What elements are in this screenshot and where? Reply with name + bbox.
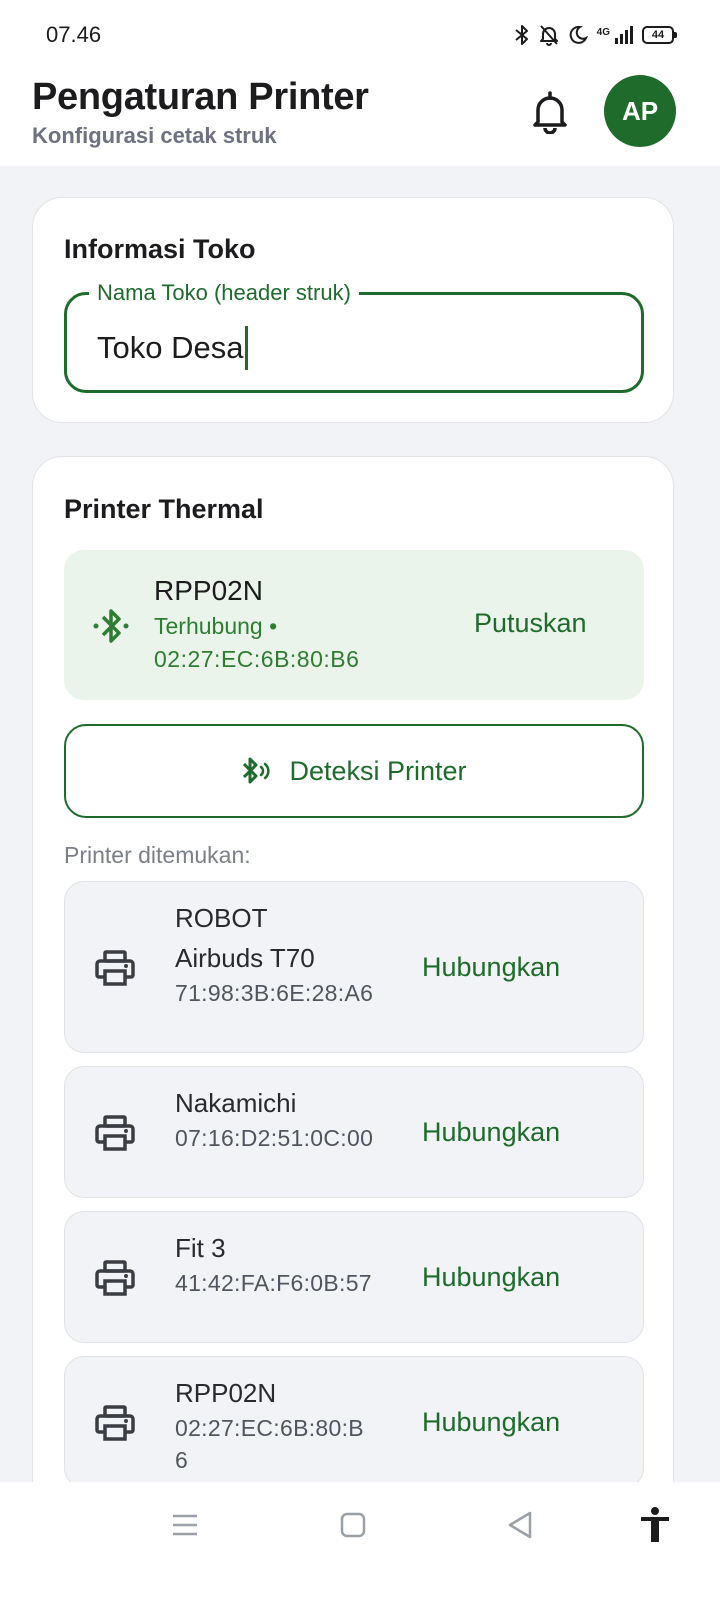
app-header: Pengaturan Printer Konfigurasi cetak str… [0,70,720,166]
device-mac: 71:98:3B:6E:28:A6 [175,980,374,1006]
home-icon[interactable] [338,1510,368,1540]
connect-button[interactable]: Hubungkan [422,1117,560,1148]
page-subtitle: Konfigurasi cetak struk [32,123,277,148]
thermal-printer-title: Printer Thermal [64,494,264,524]
device-mac: 02:27:EC:6B:80:B6 [175,1415,364,1473]
disconnect-button[interactable]: Putuskan [474,608,587,639]
moon-icon [569,25,588,44]
device-name-line: ROBOT [175,903,268,933]
network-type: 4G [596,27,610,38]
signal-icon [615,26,633,44]
connect-button[interactable]: Hubungkan [422,1407,560,1438]
device-item: ROBOT Airbuds T70 71:98:3B:6E:28:A6 Hubu… [64,881,644,1053]
thermal-printer-card: Printer Thermal RPP02N Terhubung • 02:27… [32,456,674,1516]
store-name-input[interactable]: Toko Desa [97,326,249,370]
battery-icon: 44 [642,26,677,44]
device-item: Nakamichi 07:16:D2:51:0C:00 Hubungkan [64,1066,644,1198]
bluetooth-connected-icon [93,609,129,643]
connected-printer: RPP02N Terhubung • 02:27:EC:6B:80:B6 Put… [64,550,644,700]
found-printers-label: Printer ditemukan: [64,842,251,868]
printer-icon [95,1115,135,1151]
mute-icon [539,25,558,46]
store-info-card: Informasi Toko Nama Toko (header struk) … [32,197,674,423]
bluetooth-icon [515,25,528,45]
connect-button[interactable]: Hubungkan [422,1262,560,1293]
status-bar: 07.46 4G 44 [0,0,720,70]
accessibility-icon[interactable] [638,1506,672,1544]
detect-printer-button[interactable]: Deteksi Printer [64,724,644,818]
store-name-label: Nama Toko (header struk) [89,280,359,306]
printer-icon [95,1405,135,1441]
store-name-value: Toko Desa [97,330,244,365]
device-name-line: Nakamichi [175,1088,297,1118]
back-icon[interactable] [505,1510,535,1540]
store-name-field[interactable]: Nama Toko (header struk) Toko Desa [64,280,644,393]
device-mac: 41:42:FA:F6:0B:57 [175,1270,372,1296]
connected-printer-name: RPP02N [154,575,263,606]
avatar[interactable]: AP [604,75,676,147]
system-nav-bar [0,1482,720,1600]
store-info-title: Informasi Toko [64,234,256,264]
status-time: 07.46 [46,22,102,47]
device-name-line: Fit 3 [175,1233,226,1263]
avatar-initials: AP [621,95,659,126]
status-icons: 4G 44 [514,24,677,46]
detect-printer-label: Deteksi Printer [289,755,467,786]
connected-printer-status: Terhubung • [154,613,278,639]
printer-icon [95,950,135,986]
connected-printer-mac: 02:27:EC:6B:80:B6 [154,646,360,672]
page-title: Pengaturan Printer [32,76,369,118]
device-mac: 07:16:D2:51:0C:00 [175,1125,374,1151]
battery-level: 44 [651,29,665,41]
device-name-line: RPP02N [175,1378,277,1408]
device-item: RPP02N 02:27:EC:6B:80:B6 Hubungkan [64,1356,644,1488]
text-caret [245,326,249,370]
bluetooth-searching-icon [243,757,270,784]
menu-icon[interactable] [170,1510,200,1540]
printer-icon [95,1260,135,1296]
device-item: Fit 3 41:42:FA:F6:0B:57 Hubungkan [64,1211,644,1343]
connect-button[interactable]: Hubungkan [422,952,560,983]
device-name-line: Airbuds T70 [175,943,315,973]
notification-bell-icon[interactable] [530,90,570,134]
